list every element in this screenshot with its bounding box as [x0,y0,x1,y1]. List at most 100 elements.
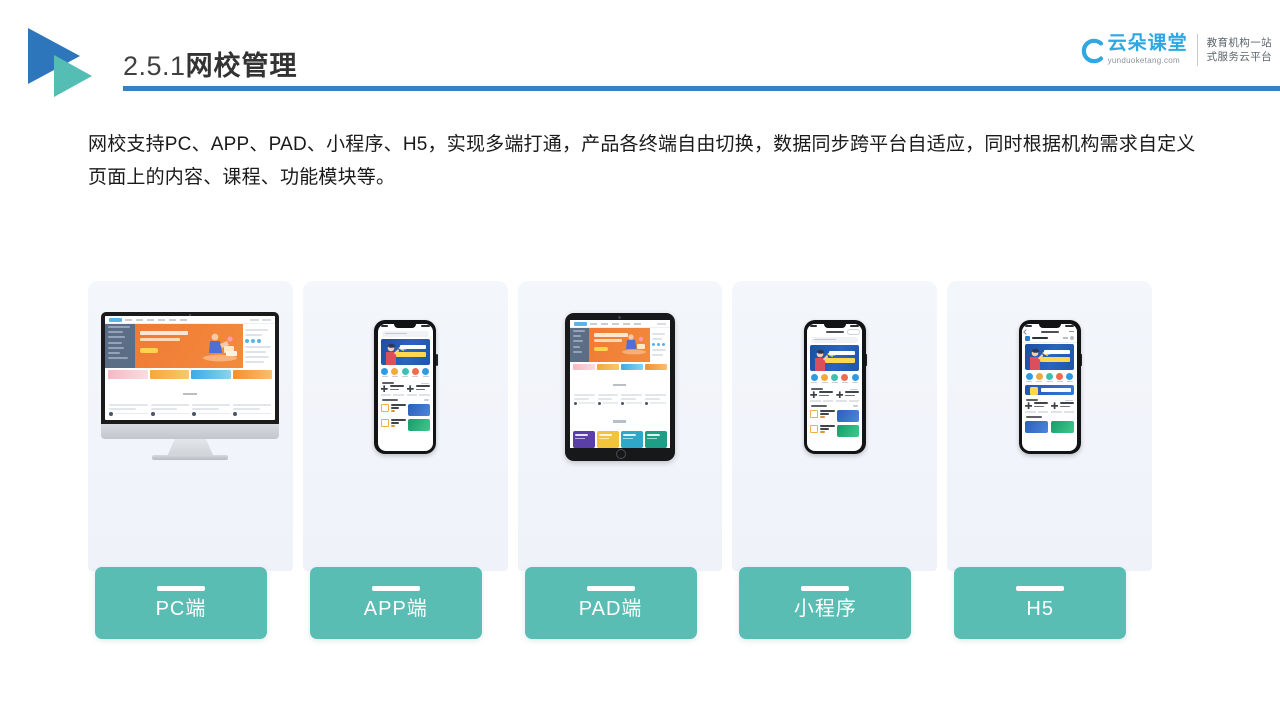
section-number: 2.5.1 [123,51,186,81]
brand-tagline-line1: 教育机构一站 [1206,37,1272,49]
site-topbar-actions [656,322,666,325]
platform-card-row: PC端 APP端 PAD端 小程序 H5 [88,281,1192,639]
power-button-icon [436,354,438,366]
platform-card-h5[interactable]: H5 [947,281,1152,639]
list-item[interactable] [810,424,860,437]
site-menu-icon[interactable] [1063,337,1069,339]
platform-card-app[interactable]: APP端 [302,281,508,639]
imac-stand-neck [167,439,214,456]
power-button-icon [1080,354,1083,366]
app-icon-item[interactable] [1056,372,1064,383]
browser-titlebar [1022,328,1078,335]
course-item [573,394,595,405]
platform-label-miniprogram[interactable]: 小程序 [739,567,912,639]
brand-text-block: 云朵课堂 yunduoketang.com [1108,34,1188,66]
label-dash [371,586,420,591]
course-tile-grid [570,429,670,448]
app-icon-item[interactable] [401,367,409,378]
brand-divider [1196,34,1198,66]
app-icon-item[interactable] [411,367,419,378]
course-card[interactable] [406,385,430,396]
platform-label-pad[interactable]: PAD端 [524,567,697,639]
notch-icon [823,323,846,328]
course-two-column [378,385,433,396]
home-button-icon[interactable] [615,448,626,459]
site-logo-icon [109,317,123,322]
app-icon-item[interactable] [1066,372,1074,383]
course-item [621,394,643,405]
platform-card-pc[interactable]: PC端 [88,281,293,639]
platform-card-pad[interactable]: PAD端 [517,281,723,639]
back-arrow-icon[interactable] [1023,328,1029,335]
user-avatar-icon[interactable] [1070,336,1075,340]
app-hero-banner [380,338,430,365]
site-section-title [570,407,670,429]
site-section-title [570,370,670,392]
platform-label-pc[interactable]: PC端 [95,567,267,639]
webcam-icon [618,316,622,319]
phone-mockup [1018,320,1083,454]
search-bar[interactable] [811,336,859,343]
site-hero [105,324,276,368]
miniprogram-title [825,330,844,333]
course-tile[interactable] [596,430,619,448]
app-icon-item[interactable] [841,373,849,384]
app-icon-row [807,371,862,386]
course-list [378,402,433,431]
site-hero [569,328,670,362]
device-illustration-phone [303,281,508,493]
more-menu-icon[interactable] [1069,330,1075,333]
site-user-panel [243,324,276,368]
page-title-text [1040,330,1059,333]
brand-tagline-line2: 式服务云平台 [1206,51,1272,63]
site-name [1032,337,1049,339]
badge-icon [380,418,389,427]
course-list [807,408,862,437]
phone-screen [377,323,433,451]
promo-banner[interactable] [1025,385,1075,396]
course-card[interactable] [1051,402,1075,413]
platform-card-miniprogram[interactable]: 小程序 [732,281,938,639]
app-icon-item[interactable] [391,367,399,378]
site-topbar-actions [250,318,272,321]
course-card[interactable] [810,391,834,402]
platform-label-h5[interactable]: H5 [954,567,1127,639]
app-icon-item[interactable] [851,373,859,384]
site-nav [589,322,654,325]
list-item[interactable] [380,418,430,431]
section-title: 网校管理 [185,51,298,81]
app-icon-item[interactable] [381,367,389,378]
quick-action-dots [651,343,668,346]
promo-icon [1030,386,1039,395]
phone-mockup [803,320,868,454]
course-tile[interactable] [620,430,643,448]
app-icon-item[interactable] [1046,372,1054,383]
app-icon-item[interactable] [810,373,818,384]
list-item[interactable] [380,403,430,416]
label-dash [157,586,205,591]
course-tile[interactable] [644,430,667,448]
app-icon-item[interactable] [422,367,430,378]
app-icon-item[interactable] [821,373,829,384]
promo-tile[interactable] [1051,420,1075,433]
site-hero-banner [588,328,650,362]
hero-illustration [203,333,238,362]
course-card[interactable] [380,385,404,396]
ipad-mockup [564,313,675,461]
promo-tile[interactable] [1025,420,1049,433]
app-icon-item[interactable] [1035,372,1043,383]
list-item[interactable] [810,409,860,422]
title-underline [123,86,1280,91]
site-header [1022,335,1078,343]
app-icon-item[interactable] [1025,372,1033,383]
label-dash [801,586,850,591]
capsule-menu-icon[interactable] [847,328,861,335]
course-card[interactable] [1025,402,1049,413]
course-card[interactable] [836,391,860,402]
search-bar[interactable] [381,330,429,337]
site-logo-icon [573,321,587,326]
platform-label-app[interactable]: APP端 [309,567,482,639]
app-icon-item[interactable] [831,373,839,384]
medical-cross-icon [1051,402,1059,410]
course-tile[interactable] [572,430,595,448]
